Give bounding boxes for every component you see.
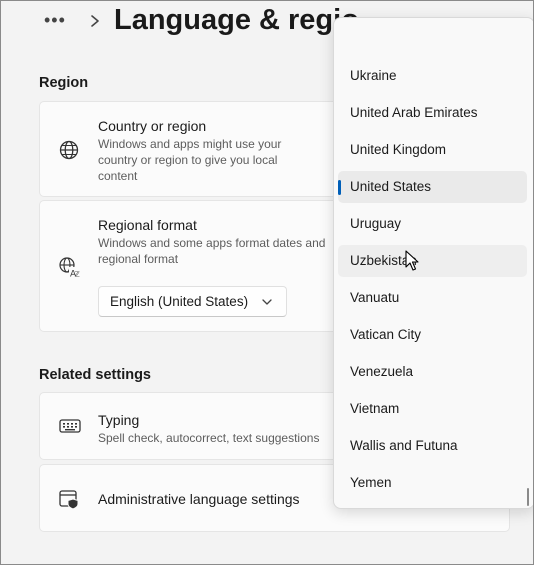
dropdown-option[interactable]: Uruguay [338, 208, 527, 240]
dropdown-option-label: Yemen [350, 475, 392, 490]
dropdown-option[interactable]: Uzbekistan [338, 245, 527, 277]
dropdown-option[interactable]: Wallis and Futuna [338, 430, 527, 462]
mouse-cursor-icon [405, 250, 419, 271]
regional-format-title: Regional format [98, 217, 197, 233]
dropdown-option[interactable]: Venezuela [338, 356, 527, 388]
svg-text:ℤ: ℤ [75, 271, 80, 279]
dropdown-option-label: United Kingdom [350, 142, 447, 157]
dropdown-option-label: Vatican City [350, 327, 422, 342]
section-label-region: Region [39, 75, 89, 91]
dropdown-option-label: Vanuatu [350, 290, 400, 305]
language-format-icon: A ℤ [59, 257, 80, 279]
country-region-desc: Windows and apps might use your country … [98, 137, 282, 183]
dropdown-option-label: United States [350, 179, 432, 194]
section-label-related-settings: Related settings [39, 367, 151, 383]
country-dropdown-list[interactable]: Ukraine United Arab Emirates United Kingdo… [333, 17, 534, 509]
dropdown-option[interactable]: Vietnam [338, 393, 527, 425]
dropdown-option[interactable]: United States [338, 171, 527, 203]
dropdown-option[interactable]: United Arab Emirates [338, 97, 527, 129]
dropdown-option[interactable]: Yemen [338, 467, 527, 499]
dropdown-option-label: United Arab Emirates [350, 105, 478, 120]
typing-desc: Spell check, autocorrect, text suggestio… [98, 431, 320, 445]
breadcrumb-more-button[interactable]: ••• [44, 10, 66, 31]
dropdown-option[interactable]: Vatican City [338, 319, 527, 351]
admin-language-settings-title: Administrative language settings [98, 491, 300, 507]
regional-format-value: English (United States) [110, 294, 249, 309]
typing-title: Typing [98, 412, 140, 428]
chevron-right-icon [91, 15, 99, 27]
dropdown-option-label: Vietnam [350, 401, 400, 416]
globe-icon [59, 140, 79, 160]
dropdown-option-label: Uruguay [350, 216, 402, 231]
selected-indicator [338, 180, 341, 195]
dropdown-option-label: Ukraine [350, 68, 397, 83]
dropdown-scrollbar[interactable] [527, 488, 529, 506]
admin-shield-window-icon [59, 490, 79, 510]
page-title: Language & regio [114, 4, 359, 36]
regional-format-desc: Windows and some apps format dates and r… [98, 236, 326, 266]
regional-format-select[interactable]: English (United States) [98, 286, 287, 317]
keyboard-icon [59, 419, 81, 433]
dropdown-option-label: Venezuela [350, 364, 414, 379]
country-region-title: Country or region [98, 118, 207, 134]
dropdown-option[interactable]: United Kingdom [338, 134, 527, 166]
dropdown-option[interactable]: Ukraine [338, 60, 527, 92]
chevron-down-icon [262, 299, 272, 305]
dropdown-option-label: Wallis and Futuna [350, 438, 458, 453]
dropdown-option[interactable]: Vanuatu [338, 282, 527, 314]
